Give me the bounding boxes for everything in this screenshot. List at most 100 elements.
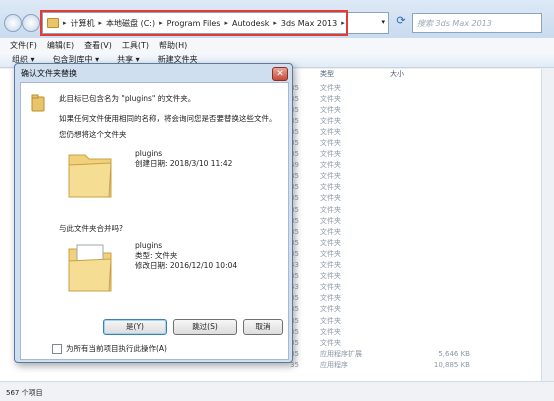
- type-cell: 应用程序扩展: [320, 349, 362, 358]
- date-cell: 35: [290, 272, 299, 281]
- menu-view[interactable]: 查看(V): [84, 40, 112, 51]
- table-row[interactable]: 35 文件夹: [290, 237, 540, 248]
- type-cell: 文件夹: [320, 94, 341, 103]
- menu-tools[interactable]: 工具(T): [122, 40, 149, 51]
- date-cell: 35: [290, 139, 299, 148]
- address-segment[interactable]: 本地磁盘 (C:): [106, 18, 155, 29]
- scrollbar[interactable]: [541, 69, 554, 381]
- type-cell: 应用程序: [320, 360, 348, 369]
- table-row[interactable]: 35 应用程序扩展 5,646 KB: [290, 348, 540, 359]
- type-cell: 文件夹: [320, 327, 341, 336]
- menu-help[interactable]: 帮助(H): [159, 40, 187, 51]
- folder-with-file-icon: [68, 244, 112, 292]
- table-row[interactable]: 35 文件夹: [290, 204, 540, 215]
- table-row[interactable]: 43 文件夹: [290, 260, 540, 271]
- apply-all-label: 为所有当前项目执行此操作(A): [66, 344, 167, 353]
- date-cell: 35: [290, 360, 299, 369]
- address-segment[interactable]: Program Files: [167, 19, 221, 28]
- table-row[interactable]: 35 文件夹: [290, 137, 540, 148]
- replace-folder-dialog: 确认文件夹替换 ✕ 此目标已包含名为 "plugins" 的文件夹。 如果任何文…: [14, 63, 293, 363]
- address-bar[interactable]: ▸ 计算机 ▸ 本地磁盘 (C:) ▸ Program Files ▸ Auto…: [40, 10, 389, 36]
- apply-all-option[interactable]: 为所有当前项目执行此操作(A): [52, 343, 167, 354]
- back-button[interactable]: [4, 14, 22, 32]
- table-row[interactable]: 35 文件夹: [290, 226, 540, 237]
- table-row[interactable]: 35 文件夹: [290, 215, 540, 226]
- menu-file[interactable]: 文件(F): [10, 40, 37, 51]
- date-cell: 35: [290, 116, 299, 125]
- type-cell: 文件夹: [320, 83, 341, 92]
- column-type[interactable]: 类型: [320, 69, 334, 81]
- date-cell: 35: [290, 227, 299, 236]
- refresh-icon[interactable]: ⟳: [392, 14, 410, 32]
- type-cell: 文件夹: [320, 283, 341, 292]
- table-row[interactable]: 35 文件夹: [290, 93, 540, 104]
- date-cell: 35: [290, 172, 299, 181]
- size-cell: 10,885 KB: [433, 360, 470, 369]
- table-row[interactable]: 35 应用程序 10,885 KB: [290, 359, 540, 370]
- type-cell: 文件夹: [320, 194, 341, 203]
- separator-icon: ▸: [224, 19, 228, 27]
- date-cell: 35: [290, 338, 299, 347]
- dest-date: 修改日期: 2016/12/10 10:04: [135, 261, 238, 270]
- dialog-body: 此目标已包含名为 "plugins" 的文件夹。 如果任何文件使用相同的名称，将…: [20, 82, 289, 360]
- message-detail: 如果任何文件使用相同的名称，将会询问您是否要替换这些文件。: [59, 114, 277, 123]
- source-folder-info: plugins 创建日期: 2018/3/10 11:42: [135, 149, 232, 169]
- type-cell: 文件夹: [320, 161, 341, 170]
- address-segment[interactable]: 计算机: [71, 18, 95, 29]
- yes-button[interactable]: 是(Y): [103, 319, 167, 335]
- search-input[interactable]: 搜索 3ds Max 2013: [412, 13, 542, 33]
- table-row[interactable]: 35 文件夹: [290, 82, 540, 93]
- type-cell: 文件夹: [320, 105, 341, 114]
- date-cell: 35: [290, 249, 299, 258]
- type-cell: 文件夹: [320, 294, 341, 303]
- table-row[interactable]: 35 文件夹: [290, 126, 540, 137]
- forward-button[interactable]: [22, 14, 40, 32]
- table-row[interactable]: 35 文件夹: [290, 104, 540, 115]
- source-date: 创建日期: 2018/3/10 11:42: [135, 159, 233, 168]
- menu-edit[interactable]: 编辑(E): [47, 40, 74, 51]
- separator-icon: ▸: [273, 19, 277, 27]
- table-row[interactable]: 35 文件夹: [290, 337, 540, 348]
- type-cell: 文件夹: [320, 272, 341, 281]
- apply-all-checkbox[interactable]: [52, 343, 62, 354]
- address-segment[interactable]: Autodesk: [232, 19, 269, 28]
- table-row[interactable]: 35 文件夹: [290, 293, 540, 304]
- table-row[interactable]: 35 文件夹: [290, 193, 540, 204]
- type-cell: 文件夹: [320, 249, 341, 258]
- date-cell: 35: [290, 127, 299, 136]
- date-cell: 43: [290, 283, 299, 292]
- table-row[interactable]: 35 文件夹: [290, 248, 540, 259]
- column-size[interactable]: 大小: [390, 69, 404, 81]
- type-cell: 文件夹: [320, 172, 341, 181]
- separator-icon: ▸: [63, 19, 67, 27]
- type-cell: 文件夹: [320, 238, 341, 247]
- type-cell: 文件夹: [320, 227, 341, 236]
- cancel-button[interactable]: 取消: [243, 319, 283, 335]
- close-icon[interactable]: ✕: [272, 67, 288, 81]
- dropdown-arrow-icon[interactable]: ▾: [381, 18, 385, 26]
- table-row[interactable]: 35 文件夹: [290, 315, 540, 326]
- table-row[interactable]: 49 文件夹: [290, 160, 540, 171]
- merge-question: 与此文件夹合并吗?: [59, 224, 123, 233]
- type-cell: 文件夹: [320, 127, 341, 136]
- table-row[interactable]: 43 文件夹: [290, 282, 540, 293]
- address-segment[interactable]: 3ds Max 2013: [281, 19, 337, 28]
- date-cell: 49: [290, 161, 299, 170]
- source-name: plugins: [135, 149, 163, 158]
- table-row[interactable]: 35 文件夹: [290, 326, 540, 337]
- type-cell: 文件夹: [320, 183, 341, 192]
- table-row[interactable]: 35 文件夹: [290, 149, 540, 160]
- table-row[interactable]: 35 文件夹: [290, 182, 540, 193]
- separator-icon: ▸: [159, 19, 163, 27]
- type-cell: 文件夹: [320, 216, 341, 225]
- dialog-title: 确认文件夹替换: [21, 69, 77, 78]
- table-row[interactable]: 35 文件夹: [290, 304, 540, 315]
- table-row[interactable]: 35 文件夹: [290, 171, 540, 182]
- date-cell: 35: [290, 349, 299, 358]
- skip-button[interactable]: 跳过(S): [173, 319, 237, 335]
- table-row[interactable]: 35 文件夹: [290, 271, 540, 282]
- date-cell: 35: [290, 205, 299, 214]
- folder-warning-icon: [31, 94, 45, 112]
- table-row[interactable]: 35 文件夹: [290, 115, 540, 126]
- separator-icon: ▸: [341, 19, 345, 27]
